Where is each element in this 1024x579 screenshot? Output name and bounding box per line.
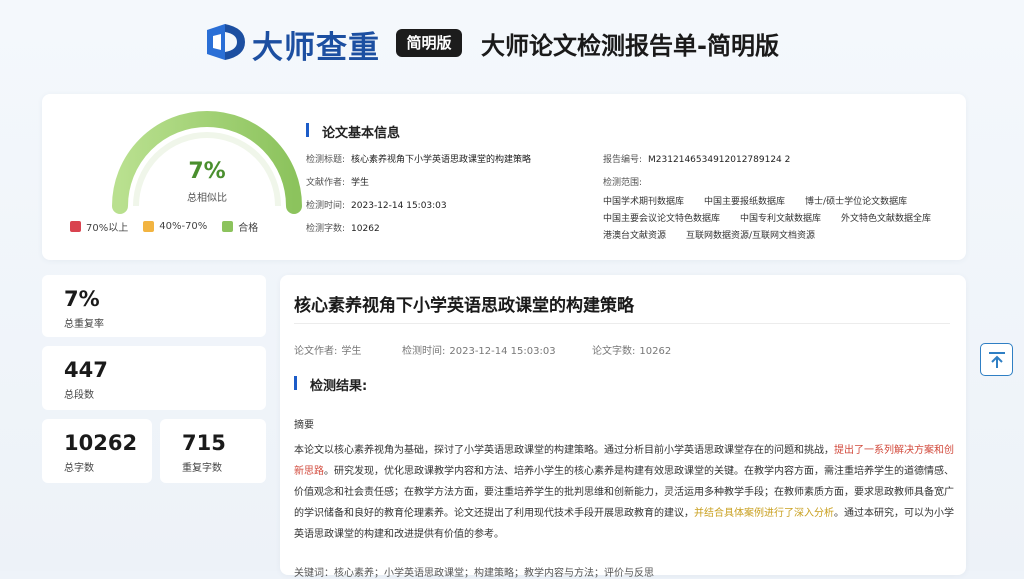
legend-label: 40%-70%	[159, 221, 208, 232]
divider	[294, 323, 950, 324]
info-author-row: 文献作者: 学生	[306, 178, 369, 189]
paper-words: 论文字数: 10262	[592, 342, 671, 357]
info-time-row: 检测时间: 2023-12-14 15:03:03	[306, 201, 447, 212]
scope-item: 外文特色文献数据全库	[841, 214, 932, 224]
scope-item: 中国学术期刊数据库	[603, 197, 685, 207]
stat-label: 总段数	[64, 390, 94, 401]
info-words-row: 检测字数: 10262	[306, 224, 380, 235]
scope-item: 中国主要会议论文特色数据库	[603, 214, 721, 224]
edition-badge: 简明版	[396, 29, 462, 57]
info-label: 检测标题:	[306, 155, 346, 165]
stat-label: 总字数	[64, 463, 94, 474]
result-title: 检测结果:	[294, 375, 367, 394]
scope-item: 博士/硕士学位论文数据库	[805, 197, 908, 207]
back-to-top-button[interactable]	[980, 343, 1013, 376]
abstract-highlight-yellow[interactable]: 并结合具体案例进行了深入分析	[694, 508, 834, 519]
stat-value: 715	[182, 431, 226, 455]
stat-value: 447	[64, 358, 108, 382]
info-title-row: 检测标题: 核心素养视角下小学英语思政课堂的构建策略	[306, 155, 531, 166]
info-label: 检测时间:	[306, 201, 346, 211]
keywords-line: 关键词：核心素养；小学英语思政课堂；构建策略；教学内容与方法；评价与反思	[294, 568, 654, 579]
paper-time: 检测时间: 2023-12-14 15:03:03	[402, 342, 556, 357]
info-label: 检测字数:	[306, 224, 346, 234]
header: 大师查重 简明版 大师论文检测报告单-简明版	[0, 0, 1024, 90]
basic-info-title: 论文基本信息	[306, 122, 400, 141]
stat-repeat-rate: 7% 总重复率	[42, 275, 266, 337]
page-title: 大师论文检测报告单-简明版	[481, 32, 779, 60]
brand-name: 大师查重	[252, 30, 380, 66]
stat-value: 7%	[64, 287, 100, 311]
legend-swatch-yellow	[143, 221, 155, 232]
legend-label: 合格	[238, 223, 259, 234]
meta-label: 论文作者:	[294, 346, 338, 357]
meta-value: 2023-12-14 15:03:03	[449, 346, 556, 357]
info-value: 学生	[351, 178, 370, 188]
scope-item: 中国主要报纸数据库	[704, 197, 786, 207]
paper-detail-card: 核心素养视角下小学英语思政课堂的构建策略 论文作者: 学生 检测时间: 2023-1…	[280, 275, 966, 579]
meta-label: 检测时间:	[402, 346, 446, 357]
legend-swatch-green	[222, 221, 234, 232]
scope-row: 中国主要会议论文特色数据库 中国专利文献数据库 外文特色文献数据全库	[603, 211, 931, 224]
stat-repeat-words: 715 重复字数	[160, 419, 266, 483]
abstract-segment: 本论文以核心素养视角为基础，探讨了小学英语思政课堂的构建策略。通过分析目前小学英…	[294, 445, 834, 456]
stat-paragraphs: 447 总段数	[42, 346, 266, 410]
meta-value: 10262	[639, 346, 672, 357]
legend-item-mid: 40%-70%	[143, 219, 207, 234]
stat-words: 10262 总字数	[42, 419, 152, 483]
meta-value: 学生	[341, 346, 362, 357]
scope-item: 港澳台文献资源	[603, 231, 667, 241]
info-value: 10262	[351, 224, 380, 234]
scope-item: 互联网数据资源/互联网文档资源	[686, 231, 816, 241]
meta-label: 论文字数:	[592, 346, 636, 357]
info-scope-label: 检测范围:	[603, 178, 643, 188]
brand-logo-icon	[207, 24, 245, 60]
paper-title: 核心素养视角下小学英语思政课堂的构建策略	[294, 296, 634, 316]
info-label: 报告编号:	[603, 155, 643, 165]
scope-row: 中国学术期刊数据库 中国主要报纸数据库 博士/硕士学位论文数据库	[603, 194, 907, 207]
info-label: 文献作者:	[306, 178, 346, 188]
paper-author: 论文作者: 学生	[294, 342, 361, 357]
summary-card: 7% 总相似比 70%以上 40%-70% 合格 论文基本信息 检测标题: 核心素…	[42, 94, 966, 260]
abstract-text: 本论文以核心素养视角为基础，探讨了小学英语思政课堂的构建策略。通过分析目前小学英…	[294, 440, 954, 545]
arrow-up-icon	[988, 351, 1005, 368]
legend-item-pass: 合格	[222, 219, 258, 234]
legend-item-high: 70%以上	[70, 219, 128, 234]
abstract-label: 摘要	[294, 420, 314, 431]
stat-value: 10262	[64, 431, 138, 455]
scope-item: 中国专利文献数据库	[740, 214, 822, 224]
stat-label: 重复字数	[182, 463, 222, 474]
gauge-legend: 70%以上 40%-70% 合格	[70, 219, 258, 234]
legend-swatch-red	[70, 221, 81, 232]
scope-row: 港澳台文献资源 互联网数据资源/互联网文档资源	[603, 228, 815, 241]
info-value: M2312146534912012789124 2	[648, 155, 791, 165]
info-report-row: 报告编号: M2312146534912012789124 2	[603, 155, 790, 166]
info-value: 核心素养视角下小学英语思政课堂的构建策略	[351, 155, 532, 165]
info-value: 2023-12-14 15:03:03	[351, 201, 447, 211]
stat-label: 总重复率	[64, 319, 104, 330]
legend-label: 70%以上	[86, 223, 129, 234]
